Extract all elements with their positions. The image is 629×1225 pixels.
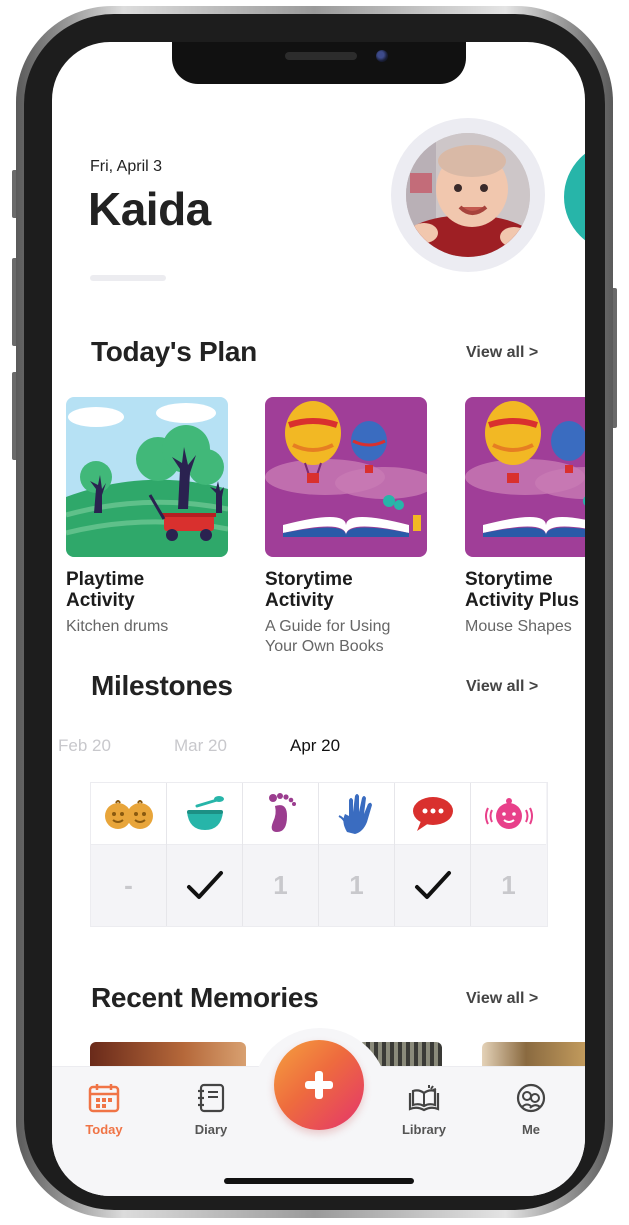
milestone-value: 1 [349, 870, 364, 900]
milestone-value: 1 [501, 870, 516, 900]
milestone-column-communication[interactable] [395, 783, 471, 926]
milestones-grid: - 1 1 1 [90, 782, 548, 927]
milestones-title: Milestones [91, 670, 233, 701]
social-faces-icon [104, 799, 153, 829]
milestone-column-social[interactable]: - [91, 783, 167, 926]
tab-library[interactable]: Library [384, 1083, 464, 1137]
milestones-view-all-link[interactable]: View all > [466, 678, 538, 696]
milestone-value [167, 845, 242, 926]
milestone-column-fine-motor[interactable]: 1 [319, 783, 395, 926]
library-book-icon [408, 1085, 440, 1112]
tab-today[interactable]: Today [64, 1083, 144, 1137]
todays-plan-view-all-link[interactable]: View all > [466, 344, 538, 362]
plan-card-playtime[interactable]: Playtime Activity Kitchen drums [66, 397, 228, 637]
speech-bubble-icon [412, 796, 453, 831]
playtime-illustration [66, 397, 228, 557]
plan-card-subtitle: Mouse Shapes [465, 618, 572, 635]
child-avatar[interactable] [391, 118, 545, 272]
storytime-illustration [265, 397, 427, 557]
tab-label: Library [401, 1122, 447, 1137]
tab-label: Today [85, 1122, 123, 1137]
plan-card-storytime-plus[interactable]: Storytime Activity Plus Mouse Shapes [465, 397, 585, 637]
todays-plan-title: Today's Plan [91, 336, 257, 367]
milestone-value: - [124, 870, 133, 900]
footprint-icon [268, 792, 296, 832]
baby-photo [406, 133, 530, 257]
earpiece-speaker [285, 52, 357, 60]
feeding-bowl-icon [186, 795, 224, 830]
plan-card-subtitle: Kitchen drums [66, 618, 169, 635]
milestone-value: 1 [273, 870, 288, 900]
add-button[interactable] [274, 1040, 364, 1130]
milestone-column-gross-motor[interactable]: 1 [243, 783, 319, 926]
tab-label: Diary [194, 1122, 228, 1137]
header-underline [90, 275, 166, 281]
storytime-plus-illustration [465, 397, 585, 557]
plan-card-subtitle: A Guide for Using Your Own Books [265, 618, 391, 655]
front-camera [376, 50, 388, 62]
checkmark-icon [186, 870, 223, 899]
plan-card-title: Storytime Activity Plus [465, 569, 580, 611]
diary-icon [198, 1083, 225, 1113]
current-date: Fri, April 3 [90, 158, 163, 175]
profile-icon [516, 1083, 546, 1113]
tab-me[interactable]: Me [491, 1083, 571, 1137]
notch [172, 42, 466, 84]
month-option[interactable]: Mar 20 [174, 736, 227, 756]
checkmark-icon [414, 870, 451, 899]
second-child-avatar[interactable] [564, 142, 585, 252]
tab-diary[interactable]: Diary [171, 1083, 251, 1137]
month-option[interactable]: Feb 20 [58, 736, 111, 756]
month-option-selected[interactable]: Apr 20 [290, 736, 340, 756]
phone-frame: Fri, April 3 Kaida Today's Plan View all… [0, 0, 629, 1225]
plan-card-title: Storytime Activity [265, 569, 353, 611]
app-screen: Fri, April 3 Kaida Today's Plan View all… [52, 42, 585, 1196]
recent-memories-title: Recent Memories [91, 982, 319, 1013]
baby-babble-icon [484, 797, 533, 829]
plan-card-storytime[interactable]: Storytime Activity A Guide for Using You… [265, 397, 427, 657]
milestone-column-language[interactable]: 1 [471, 783, 546, 926]
hand-icon [338, 793, 372, 834]
milestone-value [395, 845, 470, 926]
child-name: Kaida [88, 183, 211, 235]
milestone-column-feeding[interactable] [167, 783, 243, 926]
calendar-icon [88, 1084, 120, 1113]
tab-label: Me [521, 1122, 541, 1137]
recent-memories-view-all-link[interactable]: View all > [466, 990, 538, 1008]
home-indicator[interactable] [224, 1178, 414, 1184]
plan-card-title: Playtime Activity [66, 569, 145, 611]
month-selector: Feb 20 Mar 20 Apr 20 [52, 736, 585, 758]
